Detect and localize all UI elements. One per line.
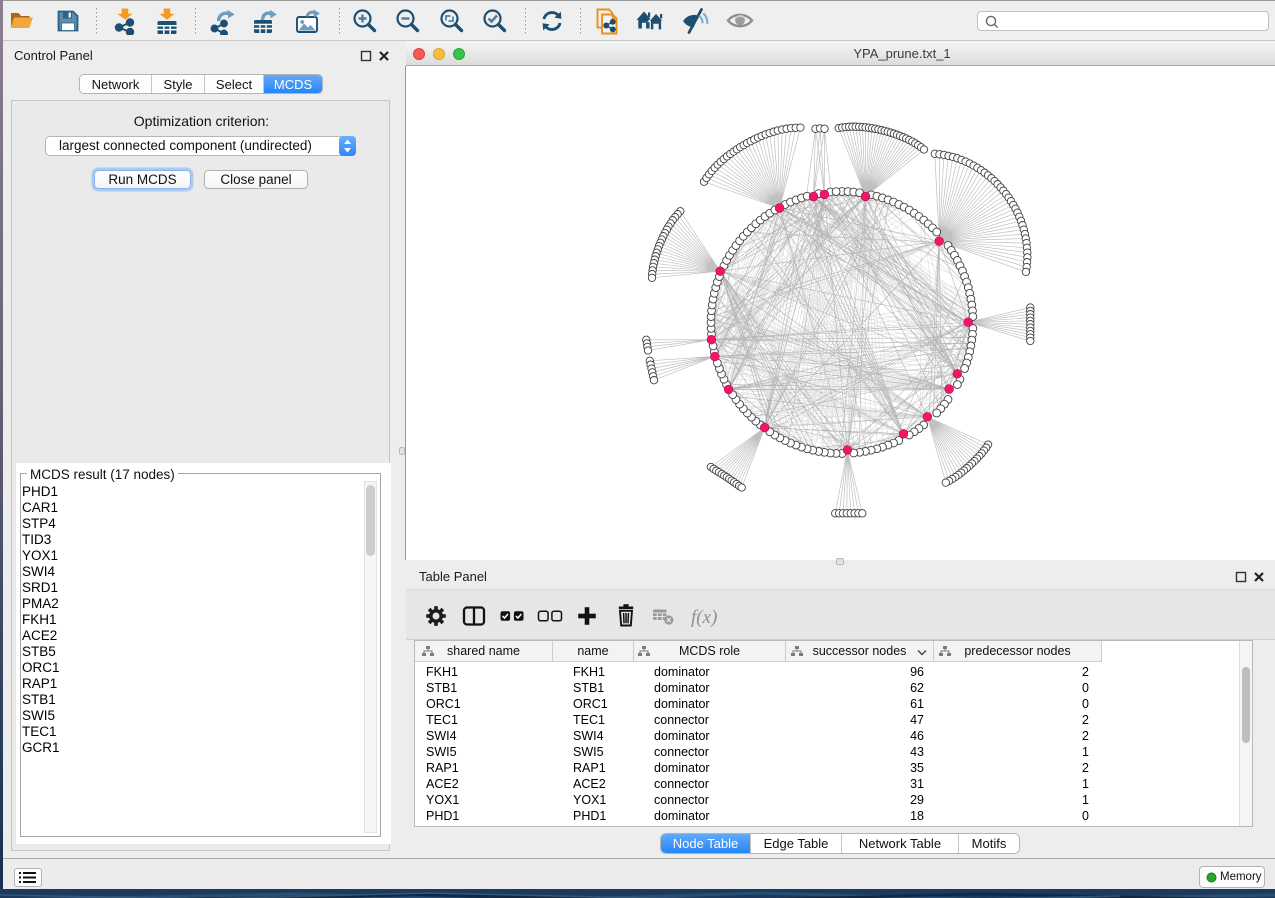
svg-text:f(x): f(x) — [691, 607, 717, 628]
